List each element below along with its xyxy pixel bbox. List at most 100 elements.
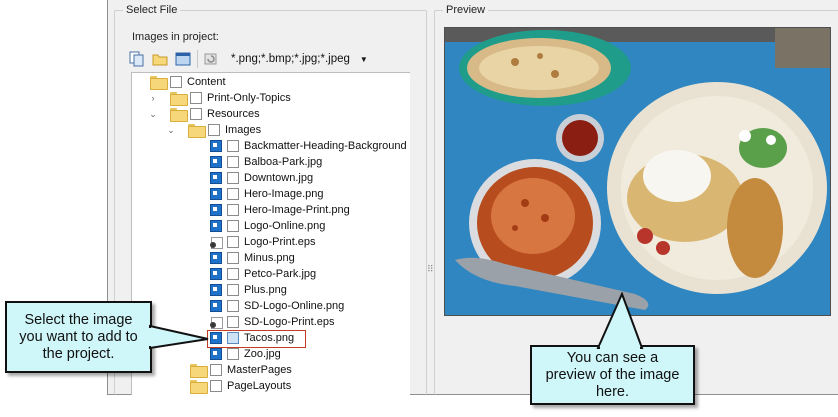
images-in-project-label: Images in project: [132,31,219,43]
file-checkbox[interactable] [227,252,239,264]
tree-item-images[interactable]: ⌄ Images [166,122,261,138]
toolbar-separator [197,50,198,68]
file-label: Hero-Image.png [244,188,324,200]
callout-left-text: Select the image you want to add to the … [19,311,138,362]
image-file-icon [210,204,222,216]
tree-item-pagelayouts[interactable]: PageLayouts [190,378,291,394]
tree-item-file[interactable]: Hero-Image.png [210,186,324,202]
expander-icon [140,74,150,90]
tree-item-label: MasterPages [227,364,292,376]
file-label: Zoo.jpg [244,348,281,360]
file-checkbox[interactable] [227,268,239,280]
tree-item-label: PageLayouts [227,380,292,392]
callout-left-pointer [148,324,209,350]
tree-item-file[interactable]: SD-Logo-Online.png [210,298,344,314]
tree-item-label: Content [187,76,226,88]
resources-checkbox[interactable] [190,108,202,120]
file-label: Plus.png [244,284,287,296]
callout-right-pointer [596,292,644,350]
open-folder-icon[interactable] [151,50,169,68]
folder-icon [170,92,188,106]
image-file-icon [210,348,222,360]
file-label: SD-Logo-Online.png [244,300,345,312]
tree-item-content[interactable]: Content [140,74,226,90]
tree-item-masterpages[interactable]: MasterPages [190,362,292,378]
tree-item-file[interactable]: Backmatter-Heading-Background [210,138,407,154]
masterpages-checkbox[interactable] [210,364,222,376]
folder-icon [188,124,206,138]
tree-item-file[interactable]: Petco-Park.jpg [210,266,316,282]
tacos-preview-image [445,28,830,315]
eps-file-icon [210,316,223,329]
window-icon[interactable] [174,50,192,68]
folder-icon [190,364,208,378]
file-checkbox[interactable] [227,204,239,216]
file-label: Logo-Online.png [244,220,326,232]
tree-item-label: Resources [207,108,260,120]
eps-file-icon [210,236,223,249]
file-checkbox[interactable] [227,284,239,296]
tree-item-label: Print-Only-Topics [207,92,291,104]
splitter-handle[interactable]: ⠿ [427,264,434,275]
tree-item-file[interactable]: Hero-Image-Print.png [210,202,350,218]
refresh-icon[interactable] [202,50,220,68]
chevron-down-icon[interactable]: ⌄ [148,106,158,122]
image-file-icon [210,220,222,232]
preview-callout: You can see a preview of the image here. [530,345,695,405]
pagelayouts-checkbox[interactable] [210,380,222,392]
image-toolbar: *.png;*.bmp;*.jpg;*.jpeg ▼ [128,47,394,71]
file-checkbox[interactable] [227,156,239,168]
image-file-icon [210,252,222,264]
file-checkbox[interactable] [227,172,239,184]
file-checkbox[interactable] [227,348,239,360]
file-checkbox[interactable] [227,188,239,200]
file-type-filter-value: *.png;*.bmp;*.jpg;*.jpeg [231,53,350,65]
file-checkbox[interactable] [227,300,239,312]
tree-item-file[interactable]: Downtown.jpg [210,170,313,186]
content-checkbox[interactable] [170,76,182,88]
tacos-selection-highlight [207,330,306,348]
folder-icon [170,108,188,122]
image-file-icon [210,172,222,184]
tree-item-file[interactable]: Minus.png [210,250,295,266]
folder-icon [190,380,208,394]
tree-item-file[interactable]: Zoo.jpg [210,346,281,362]
chevron-down-icon[interactable]: ⌄ [166,122,176,138]
preview-title: Preview [443,3,489,17]
file-type-filter[interactable]: *.png;*.bmp;*.jpg;*.jpeg ▼ [227,49,372,69]
image-file-icon [210,268,222,280]
tree-item-file[interactable]: Plus.png [210,282,287,298]
chevron-right-icon[interactable]: › [148,90,158,106]
file-label: Balboa-Park.jpg [244,156,323,168]
tree-item-file[interactable]: Balboa-Park.jpg [210,154,322,170]
file-label: Downtown.jpg [244,172,314,184]
select-file-title: Select File [123,3,181,17]
file-checkbox[interactable] [227,220,239,232]
image-file-icon [210,156,222,168]
tree-item-print-only-topics[interactable]: › Print-Only-Topics [148,90,291,106]
file-label: Backmatter-Heading-Background [244,140,407,152]
tree-item-resources[interactable]: ⌄ Resources [148,106,260,122]
tree-item-file[interactable]: Logo-Online.png [210,218,325,234]
image-file-icon [210,188,222,200]
file-label: Petco-Park.jpg [244,268,317,280]
tree-item-file[interactable]: Logo-Print.eps [210,234,316,250]
image-file-icon [210,140,222,152]
tree-item-file[interactable]: SD-Logo-Print.eps [210,314,335,330]
file-label: Hero-Image-Print.png [244,204,350,216]
chevron-down-icon[interactable]: ▼ [360,55,368,64]
file-checkbox[interactable] [227,140,239,152]
print-only-checkbox[interactable] [190,92,202,104]
file-label: Logo-Print.eps [244,236,316,248]
images-checkbox[interactable] [208,124,220,136]
file-checkbox[interactable] [227,236,239,248]
image-file-icon [210,300,222,312]
file-checkbox[interactable] [227,316,239,328]
image-preview [444,27,831,316]
select-image-callout: Select the image you want to add to the … [5,301,152,373]
file-label: SD-Logo-Print.eps [244,316,335,328]
copy-icon[interactable] [128,50,146,68]
file-label: Minus.png [244,252,295,264]
callout-right-text: You can see a preview of the image here. [545,349,680,400]
tree-item-label: Images [225,124,262,136]
